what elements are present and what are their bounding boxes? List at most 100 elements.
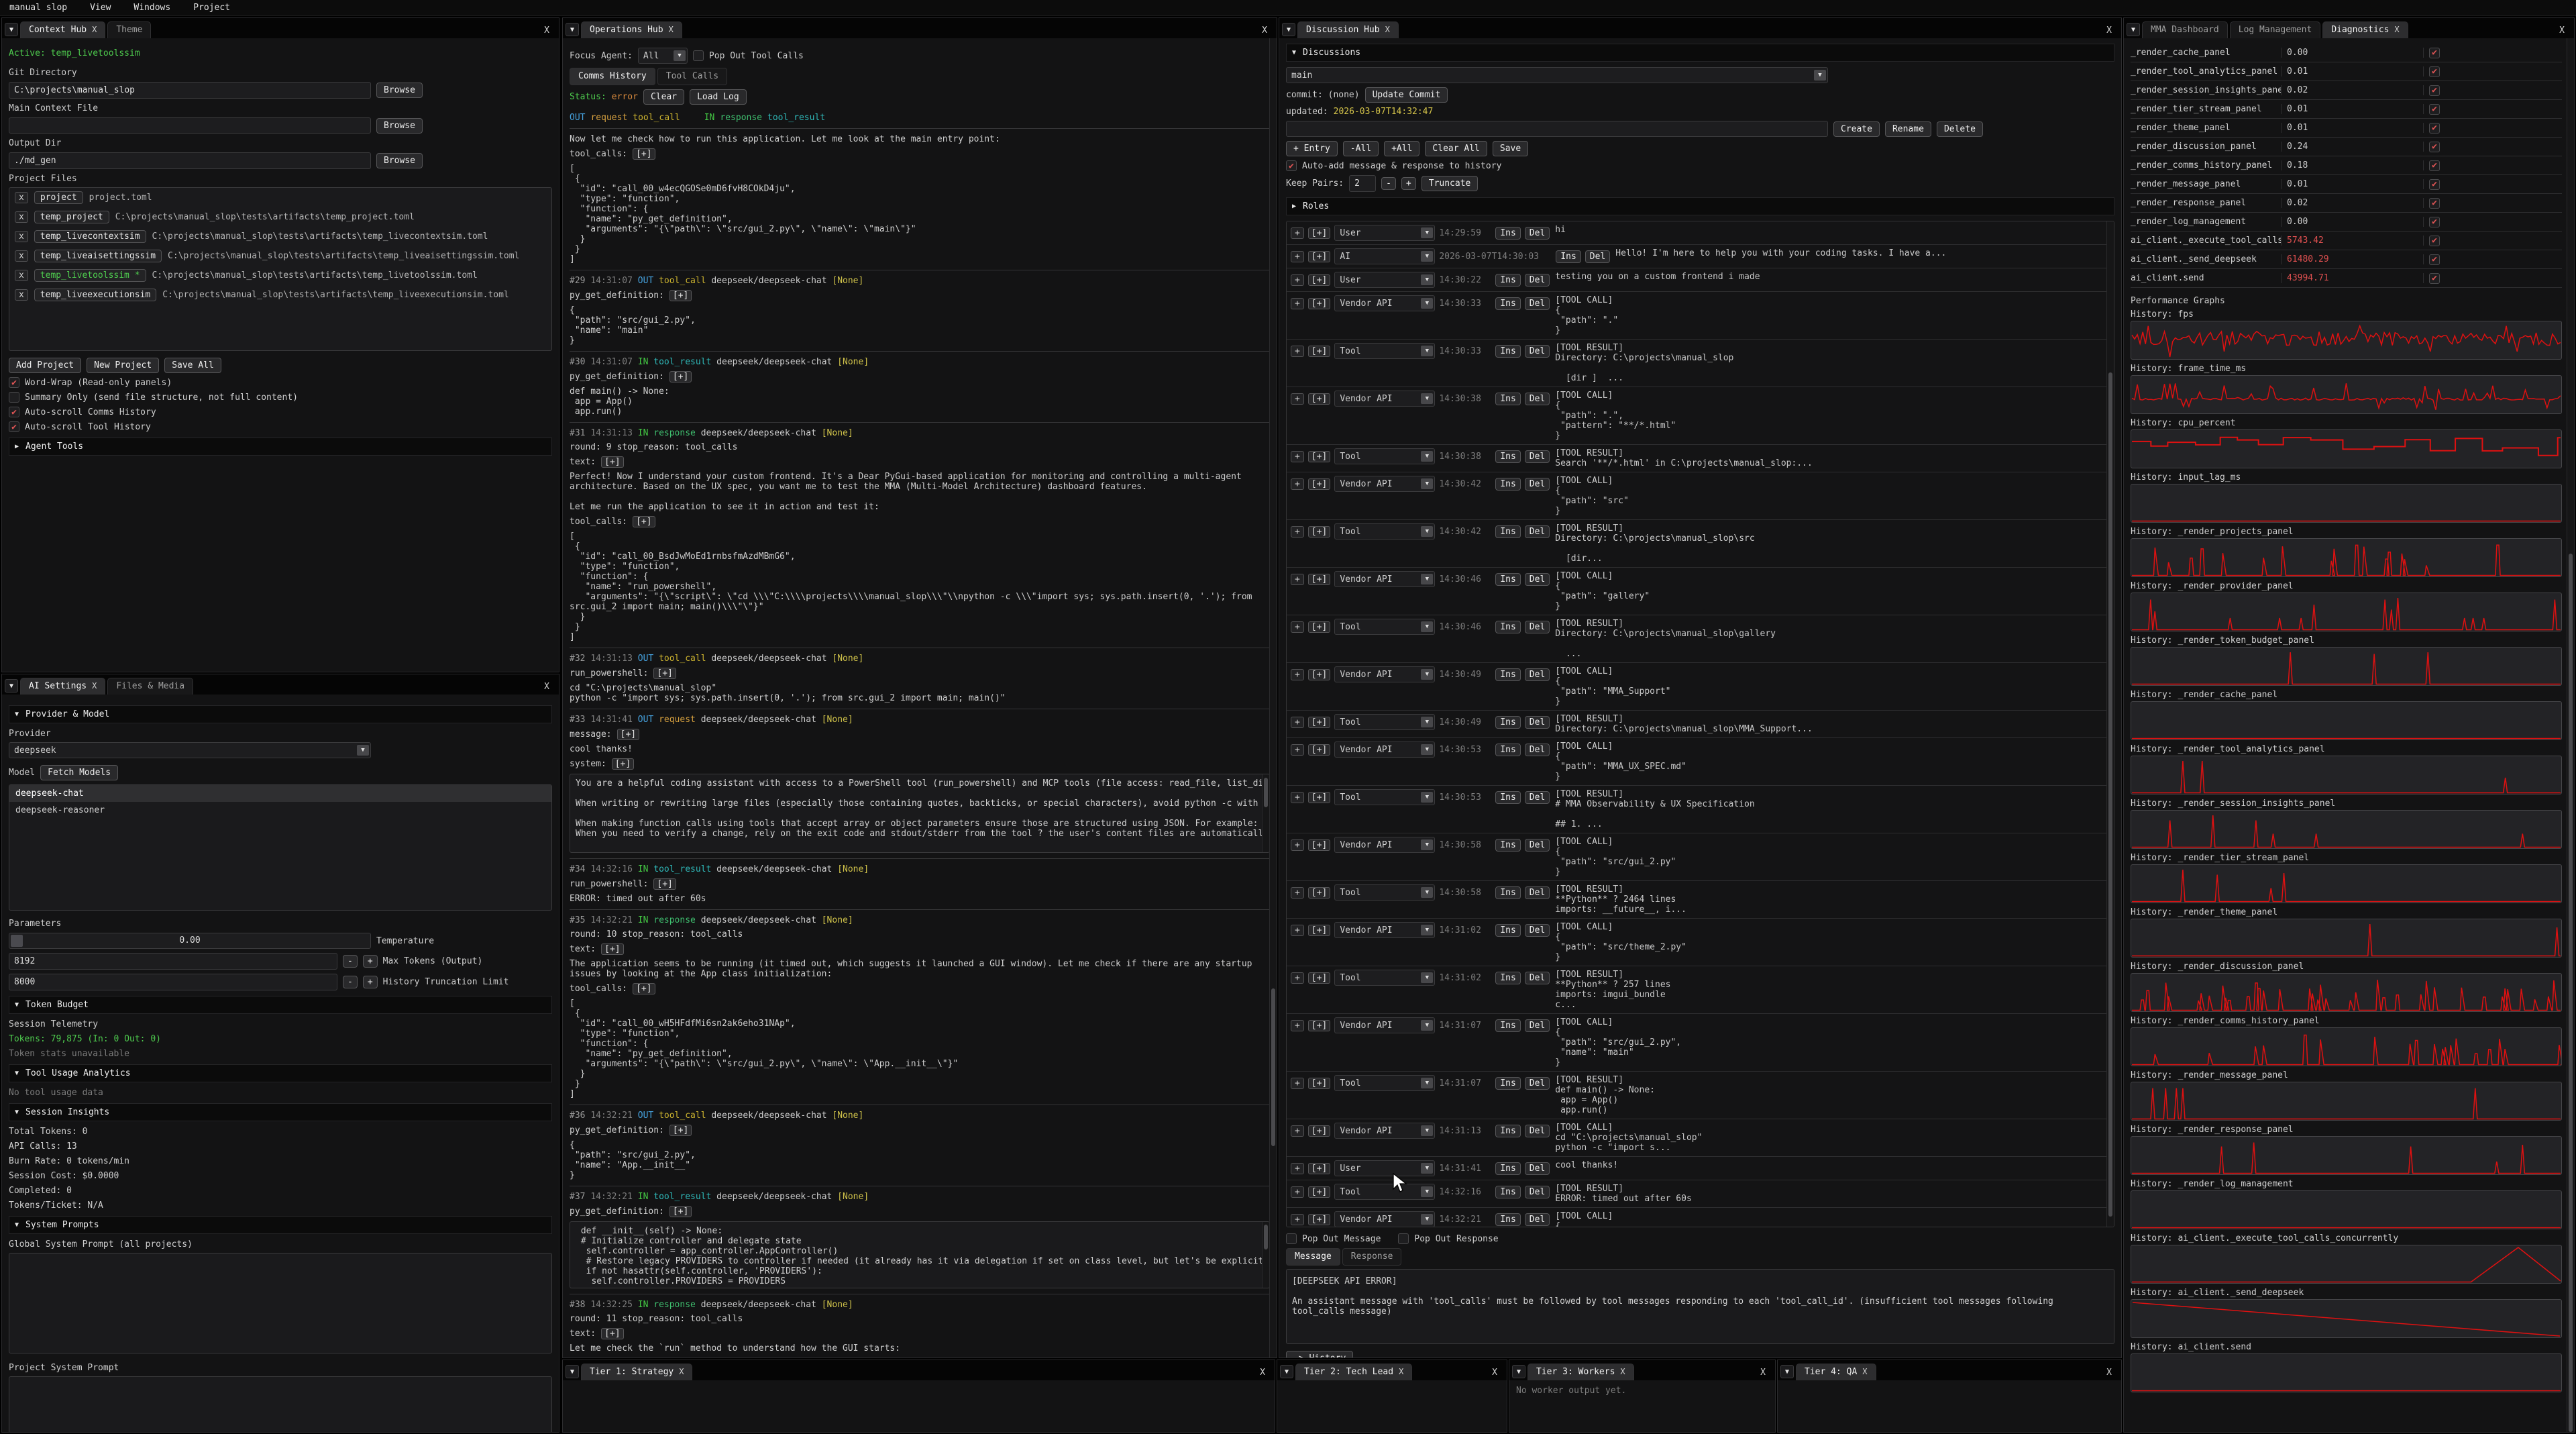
project-file-badge[interactable]: temp_liveaisettingssim — [34, 250, 162, 262]
del-button[interactable]: Del — [1525, 1077, 1550, 1090]
collapse-icon[interactable]: ▼ — [1512, 1365, 1525, 1378]
expand-entry-button[interactable]: [+] — [1308, 1078, 1330, 1089]
close-icon[interactable]: X — [1399, 1367, 1403, 1376]
ins-button[interactable]: Ins — [1495, 1077, 1520, 1090]
metric-checkbox[interactable]: ✔ — [2429, 217, 2440, 227]
update-commit-button[interactable]: Update Commit — [1365, 87, 1448, 103]
role-combo[interactable]: Tool▼ — [1334, 448, 1435, 464]
collapse-icon[interactable]: ▼ — [566, 23, 579, 36]
model-list-item[interactable]: deepseek-reasoner — [9, 802, 551, 819]
del-button[interactable]: Del — [1585, 250, 1610, 263]
scroll-thumb[interactable] — [1264, 1225, 1268, 1249]
metric-checkbox[interactable]: ✔ — [2429, 85, 2440, 96]
expand-entry-button[interactable]: [+] — [1308, 346, 1330, 357]
del-button[interactable]: Del — [1525, 972, 1550, 984]
add-entry-button[interactable]: + — [1291, 1078, 1304, 1089]
main-context-browse-button[interactable]: Browse — [376, 118, 423, 134]
add-entry-button[interactable]: + — [1291, 393, 1304, 405]
remove-file-button[interactable]: x — [15, 289, 28, 301]
expand-button[interactable]: [+] — [653, 668, 676, 679]
add-entry-button[interactable]: + — [1291, 887, 1304, 899]
focus-agent-combo[interactable]: All▼ — [638, 48, 688, 64]
expand-entry-button[interactable]: [+] — [1308, 839, 1330, 851]
close-icon[interactable]: X — [2394, 25, 2399, 34]
expand-entry-button[interactable]: [+] — [1308, 574, 1330, 585]
role-combo[interactable]: User▼ — [1334, 1160, 1435, 1176]
project-file-badge[interactable]: temp_liveexecutionsim — [34, 289, 156, 301]
git-browse-button[interactable]: Browse — [376, 83, 423, 98]
role-combo[interactable]: User▼ — [1334, 272, 1435, 288]
temperature-slider[interactable]: 0.00 — [9, 933, 371, 949]
add-entry-button[interactable]: + — [1291, 925, 1304, 936]
ins-button[interactable]: Ins — [1495, 1213, 1520, 1226]
add-entry-button[interactable]: + — [1291, 526, 1304, 537]
metric-checkbox[interactable]: ✔ — [2429, 66, 2440, 77]
del-button[interactable]: Del — [1525, 297, 1550, 310]
session-insights-header[interactable]: ▼Session Insights — [9, 1103, 552, 1121]
project-file-badge[interactable]: project — [34, 191, 83, 204]
menu-item-manual-slop[interactable]: manual slop — [9, 3, 67, 13]
expand-entry-button[interactable]: [+] — [1308, 1186, 1330, 1198]
expand-entry-button[interactable]: [+] — [1308, 393, 1330, 405]
expand-button[interactable]: [+] — [669, 1206, 692, 1217]
save-button[interactable]: Save — [1493, 141, 1528, 156]
tab-diagnostics[interactable]: DiagnosticsX — [2322, 21, 2408, 38]
role-combo[interactable]: Tool▼ — [1334, 884, 1435, 901]
add-entry-button[interactable]: + — [1291, 717, 1304, 728]
clear-button[interactable]: Clear — [643, 89, 684, 105]
operations-scrollbar[interactable] — [1269, 38, 1277, 1358]
tab-files-media[interactable]: Files & Media — [107, 678, 193, 695]
del-button[interactable]: Del — [1525, 525, 1550, 538]
ins-button[interactable]: Ins — [1495, 924, 1520, 937]
expand-button[interactable]: [+] — [669, 371, 692, 382]
expand-button[interactable]: [+] — [669, 290, 692, 301]
ins-button[interactable]: Ins — [1495, 274, 1520, 287]
project-file-badge[interactable]: temp_livetoolssim * — [34, 269, 146, 282]
checkbox[interactable] — [9, 392, 19, 403]
window-close-icon[interactable]: X — [1260, 1368, 1272, 1380]
fetch-models-button[interactable]: Fetch Models — [40, 765, 118, 780]
add-entry-button[interactable]: + — [1291, 1186, 1304, 1198]
expand-entry-button[interactable]: [+] — [1308, 1214, 1330, 1225]
history-button[interactable]: -> History — [1286, 1351, 1353, 1358]
tab-mma-dashboard[interactable]: MMA Dashboard — [2142, 21, 2228, 38]
del-button[interactable]: Del — [1525, 621, 1550, 633]
provider-model-header[interactable]: ▼Provider & Model — [9, 705, 552, 723]
role-combo[interactable]: Vendor API▼ — [1334, 1123, 1435, 1139]
role-combo[interactable]: Vendor API▼ — [1334, 1017, 1435, 1033]
ops-scroll-box[interactable]: You are a helpful coding assistant with … — [570, 774, 1270, 853]
role-combo[interactable]: Tool▼ — [1334, 619, 1435, 635]
tab-log-management[interactable]: Log Management — [2230, 21, 2321, 38]
role-combo[interactable]: Vendor API▼ — [1334, 571, 1435, 587]
metric-checkbox[interactable]: ✔ — [2429, 142, 2440, 152]
add-entry-button[interactable]: + — [1291, 298, 1304, 309]
collapse-icon[interactable]: ▼ — [2127, 23, 2140, 36]
expand-entry-button[interactable]: [+] — [1308, 251, 1330, 262]
expand-entry-button[interactable]: [+] — [1308, 925, 1330, 936]
del-button[interactable]: Del — [1525, 886, 1550, 899]
window-close-icon[interactable]: X — [544, 25, 556, 38]
expand-entry-button[interactable]: [+] — [1308, 972, 1330, 984]
ins-button[interactable]: Ins — [1495, 886, 1520, 899]
expand-button[interactable]: [+] — [601, 943, 623, 955]
tab-tool-calls[interactable]: Tool Calls — [657, 68, 727, 85]
expand-button[interactable]: [+] — [633, 148, 655, 160]
message-textarea[interactable]: [DEEPSEEK API ERROR] An assistant messag… — [1286, 1269, 2114, 1344]
del-button[interactable]: Del — [1525, 1162, 1550, 1175]
expand-entry-button[interactable]: [+] — [1308, 274, 1330, 286]
del-button[interactable]: Del — [1525, 478, 1550, 491]
max-tokens-minus-button[interactable]: - — [343, 955, 358, 968]
ins-button[interactable]: Ins — [1495, 791, 1520, 804]
agent-tools-header[interactable]: ▶Agent Tools — [9, 438, 552, 456]
ins-button[interactable]: Ins — [1495, 839, 1520, 852]
expand-entry-button[interactable]: [+] — [1308, 451, 1330, 462]
expand-entry-button[interactable]: [+] — [1308, 227, 1330, 239]
ins-button[interactable]: Ins — [1495, 621, 1520, 633]
keep-pairs-plus-button[interactable]: + — [1401, 177, 1416, 190]
role-combo[interactable]: Vendor API▼ — [1334, 837, 1435, 853]
del-button[interactable]: Del — [1525, 274, 1550, 287]
token-budget-header[interactable]: ▼Token Budget — [9, 996, 552, 1014]
model-list-item[interactable]: deepseek-chat — [9, 785, 551, 802]
window-close-icon[interactable]: X — [1262, 25, 1274, 38]
collapse-icon[interactable]: ▼ — [1282, 23, 1295, 36]
